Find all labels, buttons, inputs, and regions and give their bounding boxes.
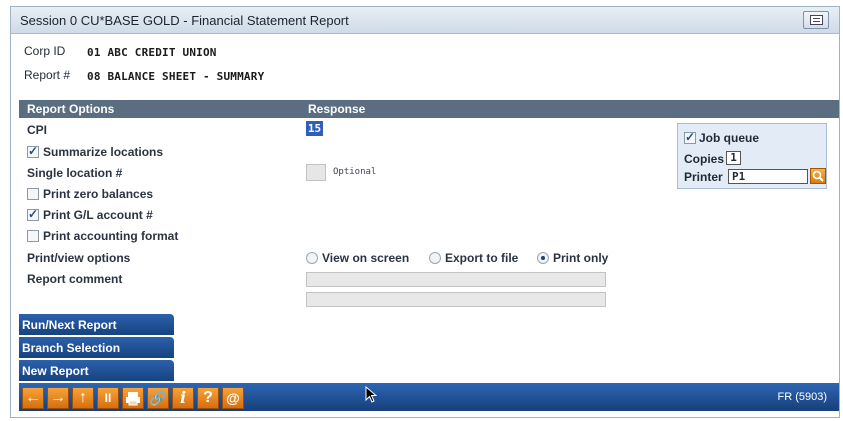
print-only-radio[interactable] <box>537 252 549 264</box>
check-mark-icon: ✓ <box>28 207 39 221</box>
view-on-screen-radio[interactable] <box>306 252 318 264</box>
print-view-options-label: Print/view options <box>27 251 131 265</box>
new-report-button[interactable]: New Report <box>19 360 174 381</box>
screen-code: FR (5903) <box>777 391 827 403</box>
print-gl-account-checkbox[interactable]: ✓ <box>27 207 39 221</box>
printer-label: Printer <box>684 170 723 184</box>
title-bar: Session 0 CU*BASE GOLD - Financial State… <box>11 7 839 34</box>
view-on-screen-label: View on screen <box>322 251 410 265</box>
new-report-label: New Report <box>22 364 89 378</box>
printer-glyph <box>126 392 140 406</box>
cpi-label: CPI <box>27 123 48 137</box>
check-mark-icon: ✓ <box>685 130 696 144</box>
info-icon[interactable]: i <box>172 387 194 409</box>
link-icon[interactable]: 🔗 <box>147 387 169 409</box>
report-options-header: Report Options Response <box>19 100 839 118</box>
print-accounting-format-label: Print accounting format <box>43 229 179 243</box>
single-location-label: Single location # <box>27 166 123 180</box>
export-to-file-radio[interactable] <box>429 252 441 264</box>
print-zero-balances-checkbox[interactable] <box>27 188 39 200</box>
summarize-locations-checkbox[interactable]: ✓ <box>27 144 39 158</box>
at-sign-icon[interactable]: @ <box>222 387 244 409</box>
window-menu-icon <box>810 15 823 25</box>
branch-selection-label: Branch Selection <box>22 341 121 355</box>
app-window: Session 0 CU*BASE GOLD - Financial State… <box>10 6 840 418</box>
window-menu-button[interactable] <box>803 11 829 29</box>
single-location-input[interactable] <box>306 164 326 181</box>
job-queue-checkbox[interactable]: ✓ <box>684 130 696 144</box>
mouse-cursor-icon <box>365 386 377 403</box>
branch-selection-button[interactable]: Branch Selection <box>19 337 174 358</box>
job-queue-label: Job queue <box>699 131 760 145</box>
copies-label: Copies <box>684 152 725 166</box>
printer-icon[interactable] <box>122 387 144 409</box>
back-arrow-icon[interactable]: ← <box>22 387 44 409</box>
corp-id-value: 01 ABC CREDIT UNION <box>87 46 217 59</box>
optional-hint: Optional <box>333 167 377 177</box>
corp-id-label: Corp ID <box>24 44 66 58</box>
cpi-input[interactable]: 15 <box>306 121 323 136</box>
window-title: Session 0 CU*BASE GOLD - Financial State… <box>20 13 349 28</box>
response-label: Response <box>308 102 366 116</box>
export-to-file-label: Export to file <box>445 251 519 265</box>
check-mark-icon: ✓ <box>28 144 39 158</box>
help-icon[interactable]: ? <box>197 387 219 409</box>
run-next-report-button[interactable]: Run/Next Report <box>19 314 174 335</box>
report-comment-input-2[interactable] <box>306 292 606 307</box>
bottom-toolbar: ← → ↑ II 🔗 i ? @ FR (5903) <box>19 383 839 411</box>
printer-lookup-button[interactable] <box>810 168 826 184</box>
summarize-locations-label: Summarize locations <box>43 145 164 159</box>
report-comment-label: Report comment <box>27 272 123 286</box>
print-gl-account-label: Print G/L account # <box>43 208 153 222</box>
report-comment-input-1[interactable] <box>306 272 606 287</box>
print-only-label: Print only <box>553 251 609 265</box>
print-zero-balances-label: Print zero balances <box>43 187 154 201</box>
print-accounting-format-checkbox[interactable] <box>27 230 39 242</box>
report-number-label: Report # <box>24 68 71 82</box>
copies-input[interactable]: 1 <box>726 151 741 165</box>
forward-arrow-icon[interactable]: → <box>47 387 69 409</box>
report-number-value: 08 BALANCE SHEET - SUMMARY <box>87 70 265 83</box>
job-queue-panel: ✓ Job queue Copies 1 Printer P1 <box>677 123 827 189</box>
up-arrow-icon[interactable]: ↑ <box>72 387 94 409</box>
pause-icon[interactable]: II <box>97 387 119 409</box>
printer-input[interactable]: P1 <box>728 169 808 184</box>
radio-selected-dot <box>541 256 545 260</box>
run-next-report-label: Run/Next Report <box>22 318 117 332</box>
report-options-label: Report Options <box>27 102 115 116</box>
magnifier-icon <box>812 170 824 182</box>
